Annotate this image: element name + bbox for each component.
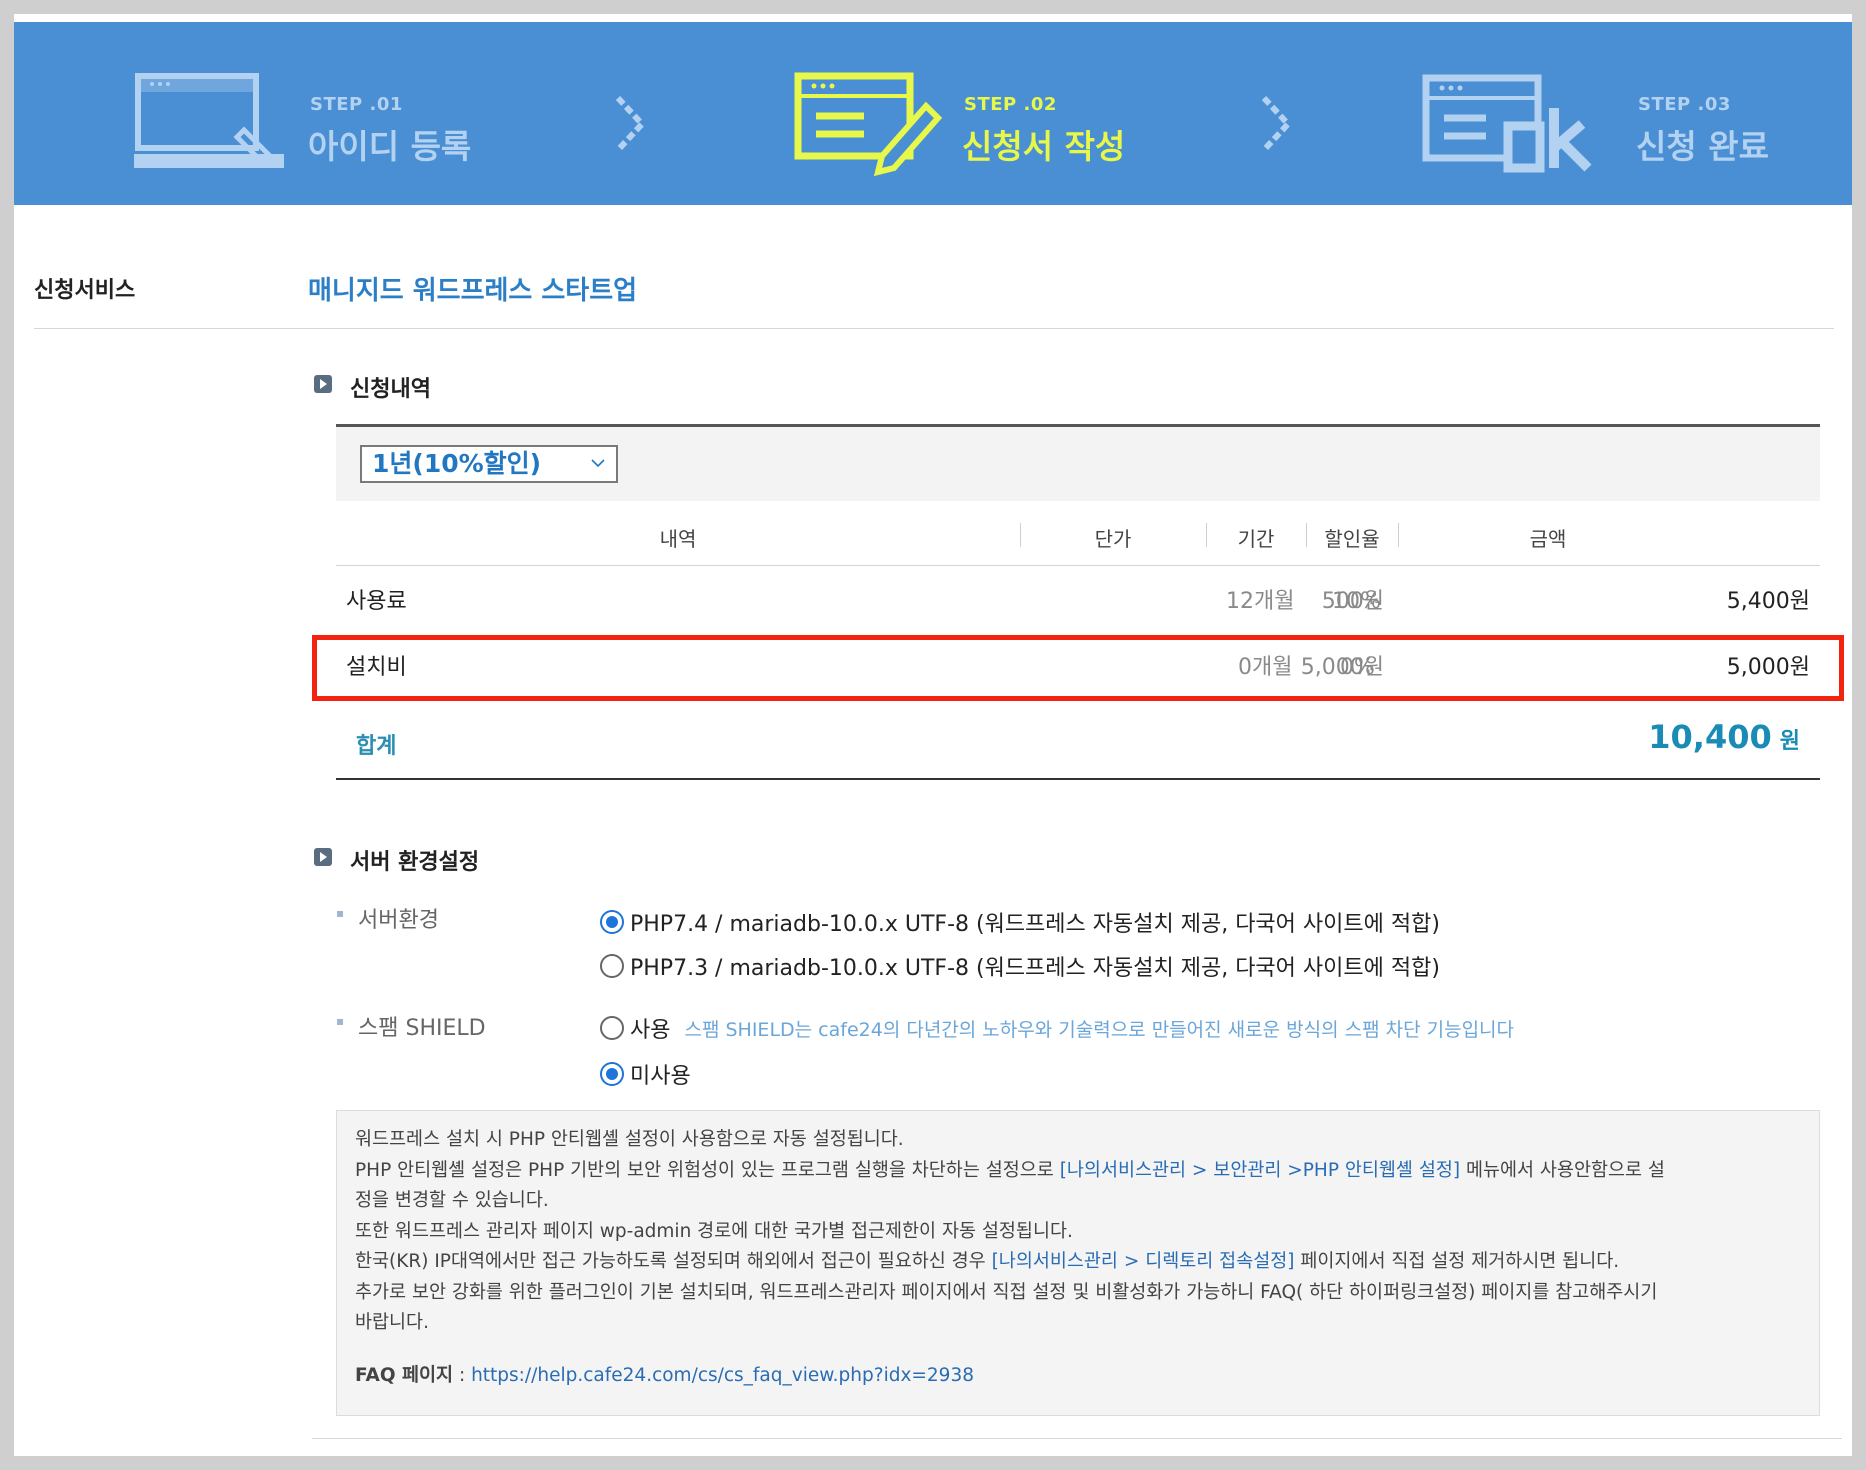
option-label: 사용	[630, 1018, 671, 1043]
radio-button[interactable]	[600, 910, 624, 934]
security-notice-box: 워드프레스 설치 시 PHP 안티웹셸 설정이 사용함으로 자동 설정됩니다. …	[336, 1110, 1820, 1416]
server-env-label: 서버환경	[336, 902, 439, 934]
notice-line: 바랍니다.	[355, 1312, 429, 1333]
radio-button[interactable]	[600, 954, 624, 978]
divider	[312, 1438, 1842, 1439]
row-discount: 10%	[1332, 589, 1381, 614]
header-period: 기간	[1237, 527, 1275, 551]
total-value: 10,400	[1648, 718, 1772, 756]
step-3: STEP .03 신청 완료	[1274, 22, 1852, 205]
total-label: 합계	[356, 734, 397, 759]
period-select[interactable]: 1년(10%할인)	[360, 445, 618, 483]
step-progress-banner: STEP .01 아이디 등록 STEP .02 신청서 작성 STEP .03…	[14, 22, 1852, 205]
total-unit: 원	[1779, 729, 1800, 754]
radio-button[interactable]	[600, 1016, 624, 1040]
highlight-box	[312, 635, 1844, 701]
spam-shield-option-use[interactable]: 사용 스팸 SHIELD는 cafe24의 다년간의 노하우와 기술력으로 만들…	[600, 1012, 1514, 1044]
section-title-order: 신청내역	[350, 377, 431, 402]
step-number: STEP .03	[1638, 94, 1731, 115]
header-item: 내역	[659, 527, 697, 551]
step-1: STEP .01 아이디 등록	[14, 22, 614, 205]
option-label: PHP7.3 / mariadb-10.0.x UTF-8 (워드프레스 자동설…	[630, 956, 1440, 981]
step-label: 아이디 등록	[308, 127, 472, 166]
row-item: 사용료	[346, 589, 407, 614]
row-period: 12개월	[1226, 589, 1295, 614]
step-2: STEP .02 신청서 작성	[614, 22, 1234, 205]
window-ok-icon	[1422, 74, 1592, 173]
option-label: 미사용	[630, 1064, 691, 1089]
section-title-server: 서버 환경설정	[350, 850, 480, 875]
chevron-down-icon	[590, 447, 606, 493]
option-label: PHP7.4 / mariadb-10.0.x UTF-8 (워드프레스 자동설…	[630, 912, 1440, 937]
spam-shield-option-unused[interactable]: 미사용	[600, 1058, 691, 1090]
header-discount: 할인율	[1324, 527, 1380, 551]
service-label: 신청서비스	[34, 278, 136, 303]
server-env-option-php74[interactable]: PHP7.4 / mariadb-10.0.x UTF-8 (워드프레스 자동설…	[600, 906, 1440, 938]
period-select-value: 1년(10%할인)	[372, 449, 542, 478]
notice-line: 한국(KR) IP대역에서만 접근 가능하도록 설정되며 해외에서 접근이 필요…	[355, 1251, 1620, 1272]
notice-line: 워드프레스 설치 시 PHP 안티웹셸 설정이 사용함으로 자동 설정됩니다.	[355, 1129, 904, 1150]
faq-link[interactable]: https://help.cafe24.com/cs/cs_faq_view.p…	[471, 1365, 974, 1386]
step-number: STEP .02	[964, 94, 1057, 115]
server-env-option-php73[interactable]: PHP7.3 / mariadb-10.0.x UTF-8 (워드프레스 자동설…	[600, 950, 1440, 982]
application-form: STEP .01 아이디 등록 STEP .02 신청서 작성 STEP .03…	[14, 14, 1852, 1456]
step-number: STEP .01	[310, 94, 403, 115]
divider	[34, 328, 1834, 329]
header-unit-price: 단가	[1094, 527, 1132, 551]
faq-line: FAQ 페이지 : https://help.cafe24.com/cs/cs_…	[355, 1364, 974, 1386]
radio-button[interactable]	[600, 1062, 624, 1086]
table-header: 내역 단가 기간 할인율 금액	[336, 501, 1820, 566]
spam-shield-description: 스팸 SHIELD는 cafe24의 다년간의 노하우와 기술력으로 만들어진 …	[684, 1018, 1515, 1041]
notice-line: 정을 변경할 수 있습니다.	[355, 1190, 549, 1211]
service-name: 매니지드 워드프레스 스타트업	[308, 276, 638, 306]
total-amount: 10,400 원	[1648, 718, 1800, 756]
security-settings-link[interactable]: [나의서비스관리 > 보안관리 >PHP 안티웹셸 설정]	[1060, 1160, 1460, 1181]
window-pencil-icon	[134, 73, 284, 168]
step-label: 신청 완료	[1636, 127, 1769, 166]
notice-line: 또한 워드프레스 관리자 페이지 wp-admin 경로에 대한 국가별 접근제…	[355, 1220, 1073, 1242]
notice-line: PHP 안티웹셸 설정은 PHP 기반의 보안 위험성이 있는 프로그램 실행을…	[355, 1159, 1665, 1181]
spam-shield-label: 스팸 SHIELD	[336, 1010, 486, 1042]
section-bullet-icon	[314, 848, 332, 866]
header-amount: 금액	[1529, 527, 1567, 551]
notice-line: 추가로 보안 강화를 위한 플러그인이 기본 설치되며, 워드프레스관리자 페이…	[355, 1281, 1658, 1303]
table-row: 사용료 500원 12개월 10% 5,400원	[336, 569, 1820, 635]
faq-label: FAQ 페이지	[355, 1364, 454, 1386]
table-bottom-border	[336, 778, 1820, 780]
directory-access-link[interactable]: [나의서비스관리 > 디렉토리 접속설정]	[992, 1251, 1295, 1272]
window-pencil-icon	[794, 72, 943, 177]
row-amount: 5,400원	[1726, 589, 1810, 614]
step-label: 신청서 작성	[962, 127, 1126, 166]
section-bullet-icon	[314, 375, 332, 393]
